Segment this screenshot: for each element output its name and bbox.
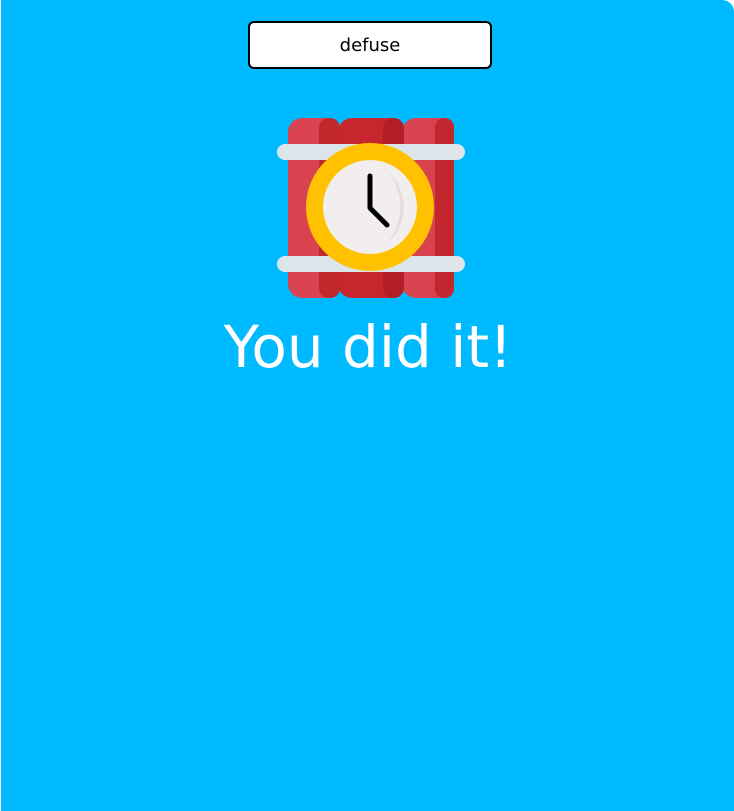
game-screen: defuse You did it! bbox=[1, 0, 734, 811]
result-message: You did it! bbox=[223, 313, 513, 381]
time-bomb-icon bbox=[277, 118, 465, 298]
clock-icon bbox=[306, 143, 434, 271]
defuse-button[interactable]: defuse bbox=[248, 21, 492, 69]
